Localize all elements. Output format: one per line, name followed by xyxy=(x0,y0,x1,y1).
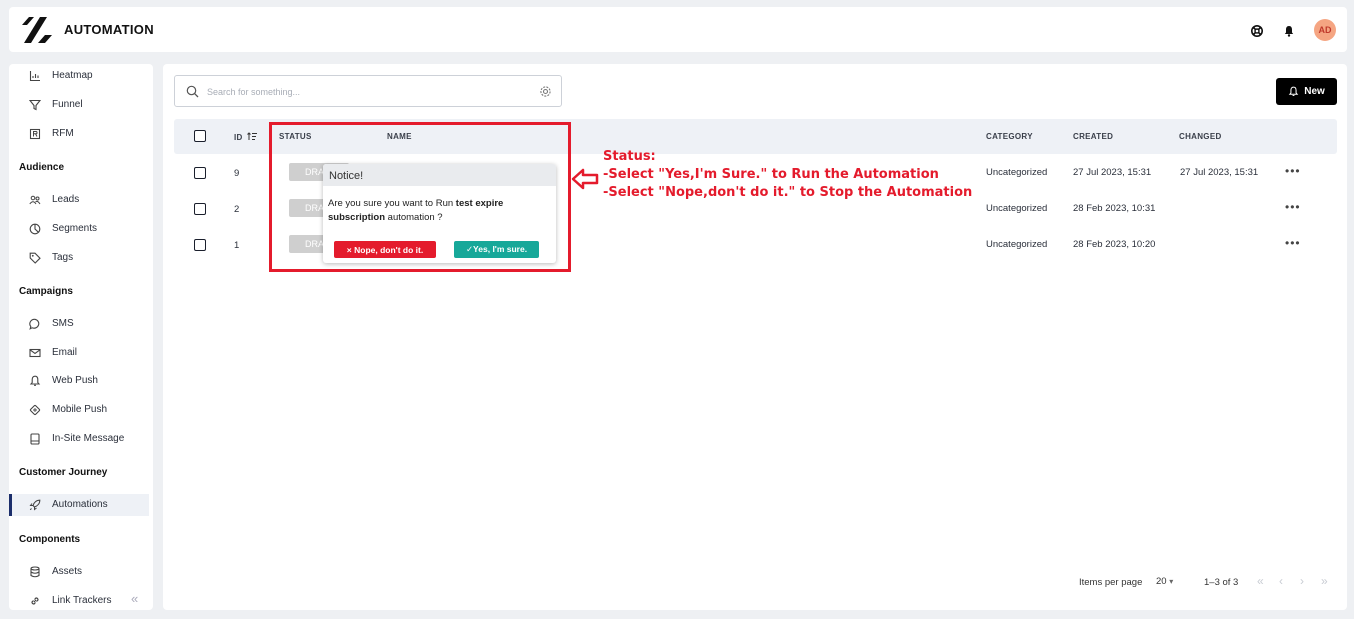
sidebar-item-in-site-message[interactable]: In-Site Message xyxy=(9,428,153,450)
bell-icon xyxy=(29,375,41,386)
items-per-page-label: Items per page xyxy=(1079,577,1143,588)
support-icon[interactable] xyxy=(1251,25,1263,37)
tag-icon xyxy=(29,252,41,264)
row-checkbox[interactable] xyxy=(194,167,206,179)
column-category[interactable]: CATEGORY xyxy=(986,132,1033,141)
section-campaigns: Campaigns xyxy=(19,286,73,297)
sidebar-item-email[interactable]: Email xyxy=(9,342,153,364)
heatmap-icon xyxy=(29,71,40,82)
rfm-icon xyxy=(29,128,41,140)
row-checkbox[interactable] xyxy=(194,203,206,215)
rocket-icon xyxy=(29,499,41,511)
search-input[interactable] xyxy=(207,83,527,101)
arrow-left-icon xyxy=(571,168,599,190)
row-menu-button[interactable]: ••• xyxy=(1285,164,1301,178)
annotation-line-3: -Select "Nope,don't do it." to Stop the … xyxy=(603,185,973,200)
search-icon xyxy=(186,85,199,98)
database-icon xyxy=(30,566,40,578)
section-audience: Audience xyxy=(19,162,65,173)
sidebar-item-rfm[interactable]: RFM xyxy=(9,123,153,145)
select-all-checkbox[interactable] xyxy=(194,130,206,142)
sidebar-item-sms[interactable]: SMS xyxy=(9,313,153,335)
annotation-line-2: -Select "Yes,I'm Sure." to Run the Autom… xyxy=(603,167,939,182)
sidebar-item-heatmap[interactable]: Heatmap xyxy=(9,65,153,87)
search-box xyxy=(174,75,562,107)
collapse-sidebar-icon[interactable]: « xyxy=(131,591,138,606)
column-id[interactable]: ID xyxy=(234,132,258,142)
avatar[interactable]: AD xyxy=(1314,19,1336,41)
annotation-line-1: Status: xyxy=(603,149,656,164)
logo-icon[interactable] xyxy=(20,15,54,45)
top-bar: AUTOMATION AD xyxy=(9,7,1347,52)
items-per-page-select[interactable]: 20 ▾ xyxy=(1156,576,1173,587)
mail-icon xyxy=(29,348,41,358)
annotation-box xyxy=(269,122,571,272)
app-title: AUTOMATION xyxy=(64,22,154,37)
message-icon xyxy=(30,433,40,445)
bell-icon[interactable] xyxy=(1283,25,1295,37)
column-created[interactable]: CREATED xyxy=(1073,132,1113,141)
row-menu-button[interactable]: ••• xyxy=(1285,236,1301,250)
sort-icon[interactable] xyxy=(247,132,258,141)
bell-icon xyxy=(1288,86,1299,96)
sidebar-item-assets[interactable]: Assets xyxy=(9,561,153,583)
sidebar: Heatmap Funnel RFM Audience Leads Segmen… xyxy=(9,64,153,610)
sidebar-item-tags[interactable]: Tags xyxy=(9,247,153,269)
first-page-icon[interactable]: « xyxy=(1257,574,1264,588)
sidebar-item-mobile-push[interactable]: Mobile Push xyxy=(9,399,153,421)
section-components: Components xyxy=(19,534,81,545)
new-button[interactable]: New xyxy=(1276,78,1337,105)
sidebar-item-leads[interactable]: Leads xyxy=(9,189,153,211)
row-checkbox[interactable] xyxy=(194,239,206,251)
link-icon xyxy=(31,597,39,605)
sidebar-item-automations[interactable]: Automations xyxy=(9,494,149,516)
next-page-icon[interactable]: › xyxy=(1300,574,1304,588)
prev-page-icon[interactable]: ‹ xyxy=(1279,574,1283,588)
sidebar-item-segments[interactable]: Segments xyxy=(9,218,153,240)
users-icon xyxy=(29,195,41,205)
gear-icon[interactable] xyxy=(539,85,552,98)
mobile-icon xyxy=(29,404,41,416)
funnel-icon xyxy=(29,99,41,111)
chat-icon xyxy=(29,318,40,330)
sidebar-item-web-push[interactable]: Web Push xyxy=(9,370,153,392)
section-customer-journey: Customer Journey xyxy=(19,467,108,478)
sidebar-item-funnel[interactable]: Funnel xyxy=(9,94,153,116)
pie-icon xyxy=(29,223,41,235)
column-changed[interactable]: CHANGED xyxy=(1179,132,1222,141)
pagination-range: 1–3 of 3 xyxy=(1204,577,1239,588)
last-page-icon[interactable]: » xyxy=(1321,574,1328,588)
row-menu-button[interactable]: ••• xyxy=(1285,200,1301,214)
